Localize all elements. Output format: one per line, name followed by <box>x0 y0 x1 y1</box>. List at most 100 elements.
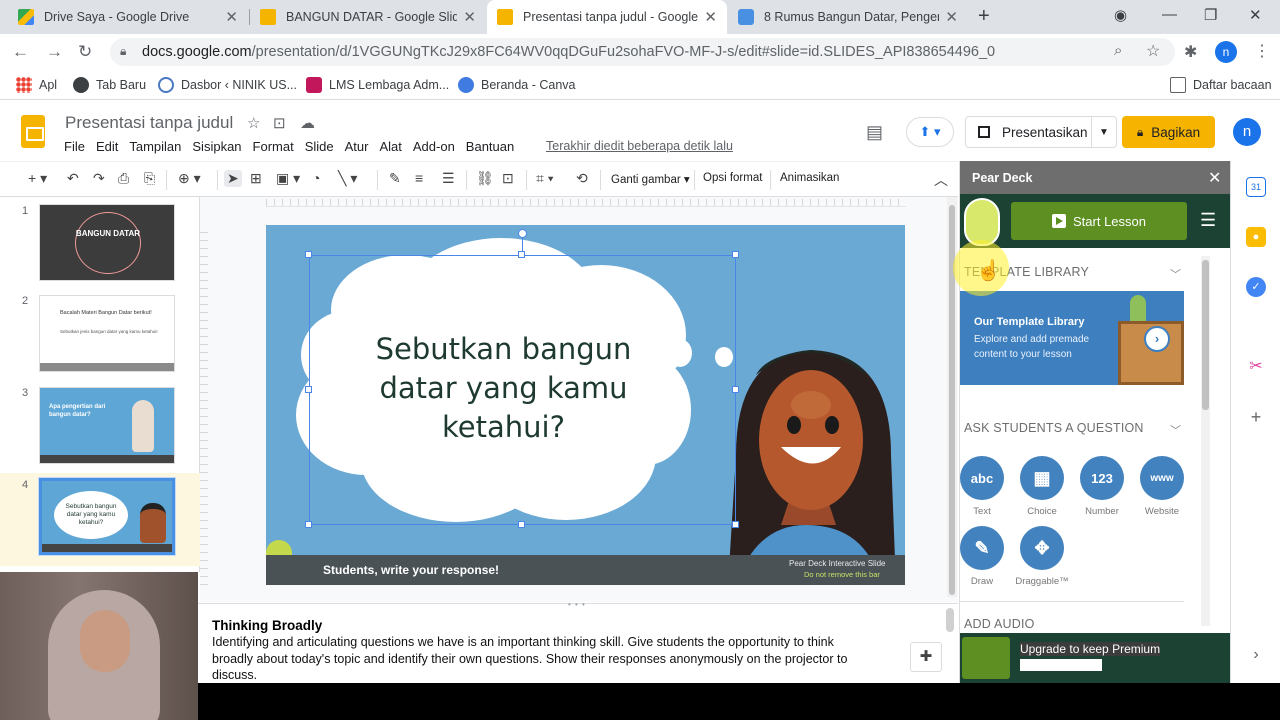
bookmark-apps[interactable]: Apl <box>16 77 57 93</box>
new-slide-icon[interactable]: + ▾ <box>28 170 47 187</box>
resize-handle-w[interactable] <box>305 386 312 393</box>
tab-bangun-datar-slides[interactable]: BANGUN DATAR - Google Slide ✕ <box>250 0 486 34</box>
template-library-card[interactable]: Our Template Library Explore and add pre… <box>960 291 1184 385</box>
calendar-icon[interactable]: 31 <box>1246 177 1266 197</box>
present-mode-button[interactable]: ⬆︎ ▾ <box>906 117 954 147</box>
bookmark-canva[interactable]: Beranda - Canva <box>458 77 576 93</box>
cloud-saved-icon[interactable]: ☁ <box>300 114 315 132</box>
add-comment-icon[interactable]: ⊡ <box>502 170 514 187</box>
slide-thumbnail-4[interactable]: Sebutkan bangun datar yang kamu ketahui? <box>38 477 176 556</box>
next-arrow-icon[interactable]: › <box>1144 326 1170 352</box>
bookmark-dasbor[interactable]: Dasbor ‹ NINIK US... <box>158 77 297 93</box>
browser-menu-icon[interactable]: ⋮ <box>1254 41 1270 61</box>
resize-handle-s[interactable] <box>518 521 525 528</box>
menu-insert[interactable]: Sisipkan <box>192 139 241 154</box>
collapse-toolbar-icon[interactable]: ︿ <box>934 170 948 190</box>
bookmark-star-icon[interactable]: ☆ <box>1146 41 1160 61</box>
menu-addons[interactable]: Add-on <box>413 139 455 154</box>
close-window-icon[interactable]: ✕ <box>1249 6 1262 24</box>
tasks-icon[interactable]: ✓ <box>1246 277 1266 297</box>
slide-thumbnail-2[interactable]: Bacalah Materi Bangun Datar berikut! Seb… <box>39 295 175 372</box>
sidebar-scrollbar[interactable] <box>1201 256 1210 626</box>
resize-handle-n[interactable] <box>518 251 525 258</box>
redo-icon[interactable]: ↷ <box>93 170 105 187</box>
reload-icon[interactable]: ↻ <box>78 42 92 62</box>
star-icon[interactable]: ☆ <box>247 114 260 132</box>
shape-icon[interactable]: ◔ <box>312 170 320 186</box>
text-box-icon[interactable]: ⊞ <box>250 170 262 187</box>
browser-profile-avatar[interactable]: n <box>1215 41 1237 63</box>
start-lesson-button[interactable]: Start Lesson <box>1011 202 1187 240</box>
forward-icon[interactable]: → <box>46 42 63 62</box>
tab-rumus-bangun-datar[interactable]: 8 Rumus Bangun Datar, Pengerti ✕ <box>728 0 968 34</box>
menu-help[interactable]: Bantuan <box>466 139 514 154</box>
bookmark-new-tab[interactable]: Tab Baru <box>73 77 146 93</box>
upgrade-premium-banner[interactable]: Upgrade to keep Premium 9 trial day(s) l… <box>960 633 1230 683</box>
slide-thumbnail-3[interactable]: Apa pengertian dari bangun datar? <box>39 387 175 464</box>
present-button[interactable]: Presentasikan ▼ <box>965 116 1117 148</box>
resize-handle-ne[interactable] <box>732 251 739 258</box>
menu-edit[interactable]: Edit <box>96 139 118 154</box>
menu-tools[interactable]: Alat <box>379 139 401 154</box>
zoom-icon[interactable]: ⊕ ▾ <box>178 170 201 187</box>
line-icon[interactable]: ╲ ▾ <box>338 170 357 187</box>
speaker-notes[interactable]: • • • Thinking Broadly Identifying and a… <box>198 600 958 683</box>
menu-format[interactable]: Format <box>253 139 294 154</box>
add-audio-header[interactable]: ADD AUDIO <box>964 617 1035 631</box>
question-type-number[interactable]: 123 Number <box>1072 456 1132 517</box>
menu-view[interactable]: Tampilan <box>129 139 181 154</box>
close-tab-icon[interactable]: ✕ <box>463 8 476 26</box>
present-main[interactable]: Presentasikan <box>966 117 1092 147</box>
tab-google-drive[interactable]: Drive Saya - Google Drive ✕ <box>8 0 248 34</box>
resize-handle-se[interactable] <box>732 521 739 528</box>
resize-handle-nw[interactable] <box>305 251 312 258</box>
link-icon[interactable]: ⛓ <box>476 170 494 187</box>
last-edit-link[interactable]: Terakhir diedit beberapa detik lalu <box>546 139 733 153</box>
border-weight-icon[interactable]: ≡ <box>415 170 423 186</box>
question-type-draggable[interactable]: ✥ Draggable™ <box>1012 526 1072 587</box>
get-addons-icon[interactable]: + <box>1246 407 1266 427</box>
google-slides-logo-icon[interactable] <box>21 115 45 148</box>
notes-scrollbar[interactable] <box>946 608 954 632</box>
ask-question-header[interactable]: ASK STUDENTS A QUESTION <box>964 421 1144 435</box>
comments-icon[interactable]: ▤ <box>866 122 883 143</box>
expand-panel-icon[interactable]: › <box>1246 645 1266 665</box>
move-folder-icon[interactable]: ⊡ <box>273 114 286 132</box>
resize-handle-e[interactable] <box>732 386 739 393</box>
presentation-title[interactable]: Presentasi tanpa judul <box>65 113 233 133</box>
question-type-website[interactable]: www Website <box>1132 456 1192 517</box>
reading-list[interactable]: Daftar bacaan <box>1170 77 1272 93</box>
new-tab-icon[interactable]: + <box>978 5 990 28</box>
close-tab-icon[interactable]: ✕ <box>225 8 238 26</box>
addon-icon[interactable]: ✂ <box>1246 357 1266 377</box>
question-type-text[interactable]: abc Text <box>952 456 1012 517</box>
undo-icon[interactable]: ↶ <box>67 170 79 187</box>
minimize-icon[interactable]: — <box>1162 6 1177 23</box>
back-icon[interactable]: ← <box>12 42 29 62</box>
replace-image-button[interactable]: Ganti gambar ▾ <box>611 172 690 186</box>
rotate-handle[interactable] <box>518 229 527 238</box>
close-tab-icon[interactable]: ✕ <box>945 8 958 26</box>
keep-icon[interactable]: ● <box>1246 227 1266 247</box>
image-icon[interactable]: ▣ ▾ <box>276 170 300 187</box>
menu-slide[interactable]: Slide <box>305 139 334 154</box>
scrollbar-thumb[interactable] <box>1202 260 1209 410</box>
present-dropdown-icon[interactable]: ▼ <box>1092 127 1116 138</box>
address-bar[interactable]: 🔒︎ docs.google.com/presentation/d/1VGGUN… <box>110 38 1175 66</box>
restore-icon[interactable]: ❐ <box>1204 6 1217 24</box>
explore-button[interactable]: ✚ <box>910 642 942 672</box>
chevron-down-icon[interactable]: ﹀ <box>1170 266 1181 282</box>
menu-file[interactable]: File <box>64 139 85 154</box>
question-type-choice[interactable]: ▦ Choice <box>1012 456 1072 517</box>
crop-icon[interactable]: ⌗ ▾ <box>536 170 554 187</box>
tab-search-icon[interactable]: ◉ <box>1114 6 1127 24</box>
close-tab-icon[interactable]: ✕ <box>704 8 717 26</box>
select-cursor-icon[interactable]: ➤ <box>224 170 242 187</box>
border-dash-icon[interactable]: ☰ <box>442 170 455 187</box>
paint-format-icon[interactable]: ⎘ <box>144 170 155 187</box>
reset-image-icon[interactable]: ⟲ <box>576 170 588 187</box>
format-options-button[interactable]: Opsi format <box>703 172 762 184</box>
share-button[interactable]: 🔒︎ Bagikan <box>1122 116 1215 148</box>
chevron-down-icon[interactable]: ﹀ <box>1170 422 1181 438</box>
tab-presentasi-active[interactable]: Presentasi tanpa judul - Google S ✕ <box>487 0 727 34</box>
